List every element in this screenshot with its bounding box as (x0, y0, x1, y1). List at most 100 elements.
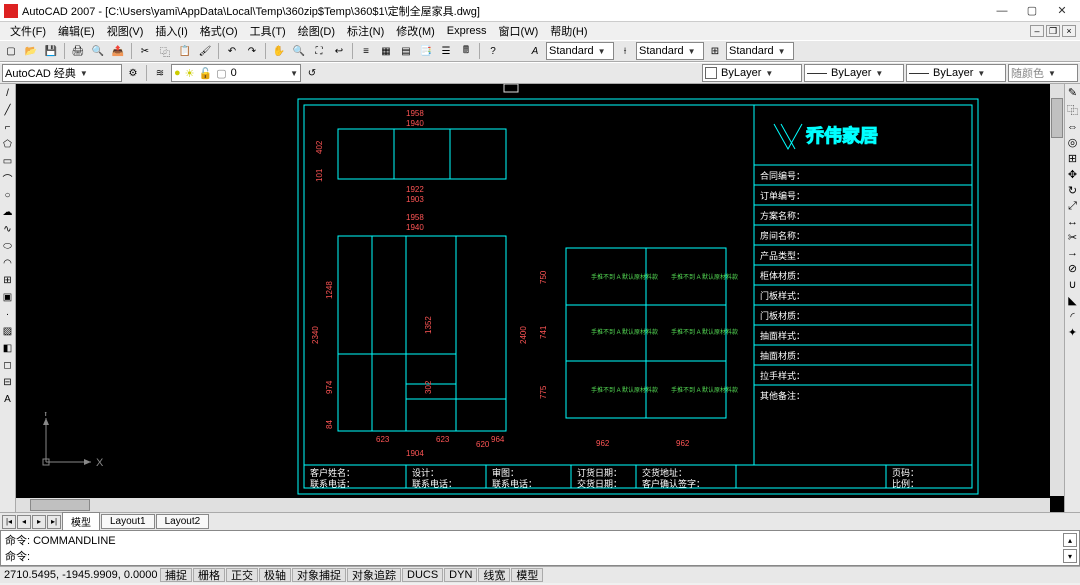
copy2-icon[interactable]: ⿻ (1067, 102, 1078, 118)
trim-icon[interactable]: ✂ (1068, 231, 1077, 244)
command-line[interactable]: 命令: COMMANDLINE 命令: ▴ ▾ (0, 530, 1080, 566)
color-combo[interactable]: ByLayer▼ (702, 64, 802, 82)
ortho-button[interactable]: 正交 (226, 568, 258, 582)
ellipsearc-icon[interactable]: ◠ (1, 256, 15, 270)
explode-icon[interactable]: ✦ (1068, 326, 1077, 339)
stretch-icon[interactable]: ↔ (1067, 216, 1078, 228)
publish-icon[interactable]: 📤 (109, 42, 127, 60)
scale-icon[interactable]: ⤢ (1068, 200, 1077, 213)
grid-button[interactable]: 栅格 (193, 568, 225, 582)
calc-icon[interactable]: 🖩 (457, 42, 475, 60)
paste-icon[interactable]: 📋 (176, 42, 194, 60)
rect-icon[interactable]: ▭ (1, 154, 15, 168)
mdi-minimize[interactable]: – (1030, 25, 1044, 37)
plotstyle-combo[interactable]: 随颜色▼ (1008, 64, 1078, 82)
revcloud-icon[interactable]: ☁ (1, 205, 15, 219)
close-button[interactable]: ✕ (1048, 2, 1076, 20)
region-icon[interactable]: ◻ (1, 358, 15, 372)
spline-icon[interactable]: ∿ (1, 222, 15, 236)
layer-prev-icon[interactable]: ↺ (303, 64, 321, 82)
help-icon[interactable]: ? (484, 42, 502, 60)
otrack-button[interactable]: 对象追踪 (347, 568, 401, 582)
print-icon[interactable]: 🖨 (69, 42, 87, 60)
menu-draw[interactable]: 绘图(D) (292, 22, 341, 40)
lwt-button[interactable]: 线宽 (478, 568, 510, 582)
preview-icon[interactable]: 🔍 (89, 42, 107, 60)
sheet-icon[interactable]: 📑 (417, 42, 435, 60)
menu-view[interactable]: 视图(V) (101, 22, 150, 40)
menu-format[interactable]: 格式(O) (194, 22, 244, 40)
hatch-icon[interactable]: ▨ (1, 324, 15, 338)
mirror-icon[interactable]: ⇔ (1067, 121, 1078, 133)
open-icon[interactable]: 📂 (22, 42, 40, 60)
mtext-icon[interactable]: A (1, 392, 15, 406)
cmd-scroll-up[interactable]: ▴ (1063, 533, 1077, 547)
tab-first[interactable]: |◂ (2, 515, 16, 529)
table-icon[interactable]: ⊟ (1, 375, 15, 389)
zoomwin-icon[interactable]: ⛶ (310, 42, 328, 60)
fillet-icon[interactable]: ◜ (1070, 310, 1074, 323)
textstyle-combo[interactable]: Standard▼ (546, 42, 614, 60)
menu-edit[interactable]: 编辑(E) (52, 22, 101, 40)
copy-icon[interactable]: ⿻ (156, 42, 174, 60)
mdi-restore[interactable]: ❐ (1046, 25, 1060, 37)
extend-icon[interactable]: → (1067, 247, 1078, 259)
scrollbar-horizontal[interactable] (16, 498, 1050, 512)
tpalette-icon[interactable]: ▤ (397, 42, 415, 60)
menu-window[interactable]: 窗口(W) (493, 22, 545, 40)
zoomprev-icon[interactable]: ↩ (330, 42, 348, 60)
ducs-button[interactable]: DUCS (402, 568, 443, 582)
point-icon[interactable]: · (1, 307, 15, 321)
workspace-combo[interactable]: AutoCAD 经典▼ (2, 64, 122, 82)
menu-help[interactable]: 帮助(H) (544, 22, 593, 40)
offset-icon[interactable]: ◎ (1068, 136, 1078, 149)
join-icon[interactable]: ∪ (1068, 278, 1076, 291)
cmd-scroll-down[interactable]: ▾ (1063, 549, 1077, 563)
dimstyle-combo[interactable]: Standard▼ (636, 42, 704, 60)
dcenter-icon[interactable]: ▦ (377, 42, 395, 60)
save-icon[interactable]: 💾 (42, 42, 60, 60)
block-icon[interactable]: ▣ (1, 290, 15, 304)
zoom-icon[interactable]: 🔍 (290, 42, 308, 60)
chamfer-icon[interactable]: ◣ (1068, 294, 1076, 307)
tablestyle-icon[interactable]: ⊞ (706, 42, 724, 60)
new-icon[interactable]: ▢ (2, 42, 20, 60)
ellipse-icon[interactable]: ⬭ (1, 239, 15, 253)
menu-insert[interactable]: 插入(I) (149, 22, 193, 40)
menu-tools[interactable]: 工具(T) (244, 22, 292, 40)
lineweight-combo[interactable]: ByLayer▼ (906, 64, 1006, 82)
circle-icon[interactable]: ○ (1, 188, 15, 202)
tab-next[interactable]: ▸ (32, 515, 46, 529)
insert-icon[interactable]: ⊞ (1, 273, 15, 287)
menu-modify[interactable]: 修改(M) (390, 22, 441, 40)
xline-icon[interactable]: ╱ (1, 103, 15, 117)
mdi-close[interactable]: × (1062, 25, 1076, 37)
arc-icon[interactable]: ⌒ (1, 171, 15, 185)
cut-icon[interactable]: ✂ (136, 42, 154, 60)
polygon-icon[interactable]: ⬠ (1, 137, 15, 151)
minimize-button[interactable]: — (988, 2, 1016, 20)
tab-last[interactable]: ▸| (47, 515, 61, 529)
menu-dimension[interactable]: 标注(N) (341, 22, 390, 40)
layer-props-icon[interactable]: ≋ (151, 64, 169, 82)
tab-prev[interactable]: ◂ (17, 515, 31, 529)
line-icon[interactable]: / (1, 86, 15, 100)
erase-icon[interactable]: ✎ (1068, 86, 1077, 99)
move-icon[interactable]: ✥ (1068, 168, 1077, 181)
osnap-button[interactable]: 对象捕捉 (292, 568, 346, 582)
scrollbar-vertical[interactable] (1050, 84, 1064, 496)
array-icon[interactable]: ⊞ (1068, 152, 1077, 165)
properties-icon[interactable]: ≡ (357, 42, 375, 60)
snap-button[interactable]: 捕捉 (160, 568, 192, 582)
tab-layout2[interactable]: Layout2 (156, 514, 210, 529)
linetype-combo[interactable]: ByLayer▼ (804, 64, 904, 82)
undo-icon[interactable]: ↶ (223, 42, 241, 60)
dimstyle-icon[interactable]: ⟊ (616, 42, 634, 60)
drawing-viewport[interactable]: 1958 1940 1922 1903 402 101 1958 1940 23… (16, 84, 1064, 512)
tab-layout1[interactable]: Layout1 (101, 514, 155, 529)
layer-combo[interactable]: ●☀🔓▢ 0▼ (171, 64, 301, 82)
rotate-icon[interactable]: ↻ (1068, 184, 1077, 197)
menu-file[interactable]: 文件(F) (4, 22, 52, 40)
model-button[interactable]: 模型 (511, 568, 543, 582)
menu-express[interactable]: Express (441, 24, 493, 38)
